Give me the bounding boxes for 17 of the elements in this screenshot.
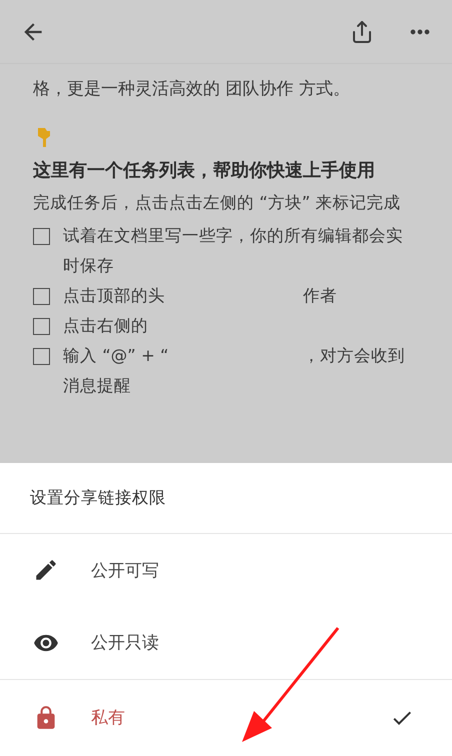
section-heading: 这里有一个任务列表，帮助你快速上手使用 — [33, 159, 376, 183]
task-text: ，对方会收到 — [303, 345, 406, 367]
share-icon[interactable] — [350, 20, 374, 44]
body-text: 格，更是一种灵活高效的 团队协作 方式。 — [33, 78, 351, 101]
task-text: 点击右侧的 — [63, 315, 149, 337]
sheet-title: 设置分享链接权限 — [29, 487, 167, 510]
pointing-hand-icon — [37, 126, 51, 148]
task-checkbox[interactable] — [33, 318, 50, 335]
instruction-text: 完成任务后，点击点击左侧的 “方块” 来标记完成 — [33, 192, 402, 214]
task-text: 试着在文档里写一些字，你的所有编辑都会实时保存 — [63, 225, 404, 277]
task-checkbox[interactable] — [33, 228, 50, 245]
task-text: 作者 — [303, 285, 338, 307]
task-checkbox[interactable] — [33, 288, 50, 305]
task-text: 消息提醒 — [63, 375, 132, 397]
task-checkbox[interactable] — [33, 348, 50, 365]
task-text: 点击顶部的头 — [63, 285, 166, 307]
task-text: 输入 “@” + “ — [63, 345, 170, 367]
